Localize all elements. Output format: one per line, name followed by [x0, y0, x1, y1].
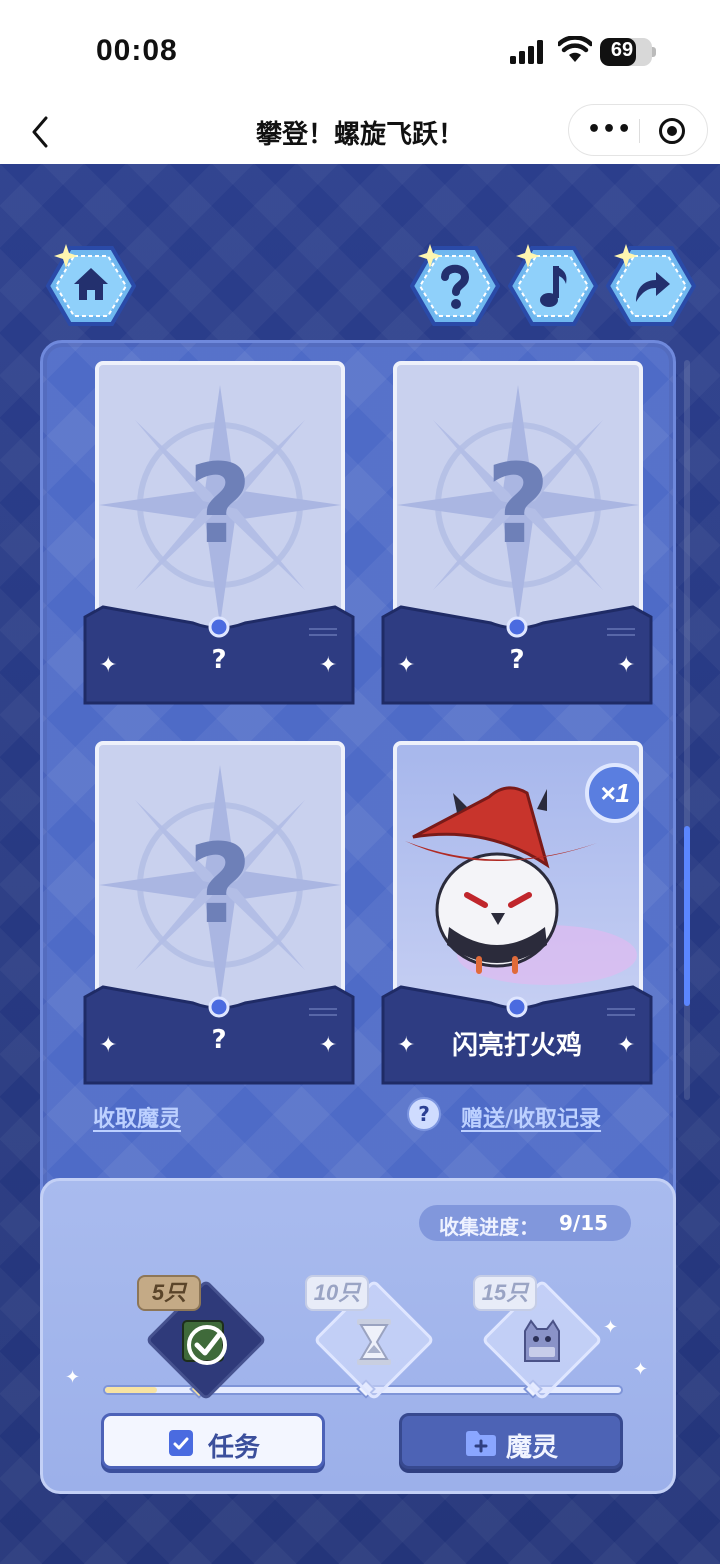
scrollbar-thumb[interactable]	[684, 826, 690, 1006]
sparkle-icon: ✦	[397, 1033, 416, 1058]
sparkle-icon: ✦	[633, 1359, 649, 1380]
spirit-button[interactable]: 魔灵	[399, 1413, 623, 1469]
chevron-left-icon[interactable]	[22, 112, 62, 152]
card-slot-2[interactable]: ? ✦ ✦ ?	[381, 361, 653, 709]
status-bar: 00:08 69	[0, 0, 720, 100]
help-icon	[410, 244, 500, 326]
card-slot-1[interactable]: ? ✦ ✦ ?	[83, 361, 355, 709]
check-icon	[182, 1320, 227, 1365]
progress-value: 9/15	[559, 1211, 609, 1235]
cat-pack-icon	[524, 1319, 560, 1362]
progress-label: 收集进度：	[439, 1215, 539, 1239]
signal-icon	[510, 40, 543, 64]
target-icon[interactable]	[658, 117, 686, 145]
sparkle-icon: ✦	[319, 653, 338, 678]
battery-level: 69	[610, 39, 634, 61]
reward-15[interactable]: 15只	[473, 1275, 603, 1401]
progress-pill: 收集进度： 9/15	[419, 1205, 631, 1241]
sparkle-icon: ✦	[65, 1367, 81, 1388]
hourglass-icon	[357, 1319, 391, 1365]
reward-5[interactable]: 5只	[137, 1275, 267, 1401]
card-name: ?	[509, 645, 525, 675]
wifi-icon	[558, 36, 592, 62]
sparkle-icon: ✦	[397, 653, 416, 678]
share-button[interactable]	[606, 244, 696, 328]
music-icon	[508, 244, 598, 326]
sparkle-icon: ✦	[99, 1033, 118, 1058]
sparkle-icon: ✦	[617, 1033, 636, 1058]
card-count-badge: ×1	[585, 763, 639, 823]
gift-history-link[interactable]: 赠送/收取记录	[461, 1101, 601, 1133]
reward-tag: 15只	[473, 1275, 537, 1311]
help-circle-icon[interactable]: ?	[407, 1097, 441, 1131]
unknown-card-mark: ?	[188, 440, 252, 568]
card-name: 闪亮打火鸡	[451, 1031, 582, 1061]
card-name: ?	[211, 645, 227, 675]
nav-bar: 攀登！螺旋飞跃！ •••	[0, 100, 720, 164]
sparkle-icon: ✦	[99, 653, 118, 678]
task-button-label: 任务	[208, 1433, 261, 1463]
card-name: ?	[211, 1025, 227, 1055]
sparkle-icon: ✦	[319, 1033, 338, 1058]
reward-10[interactable]: 10只	[305, 1275, 435, 1401]
unknown-card-mark: ?	[188, 820, 252, 948]
home-button[interactable]	[46, 244, 136, 328]
task-doc-icon	[169, 1430, 193, 1456]
status-time: 00:08	[96, 34, 178, 67]
card-slot-3[interactable]: ? ✦ ✦ ?	[83, 741, 355, 1089]
battery-icon: 69	[600, 38, 652, 66]
music-button[interactable]	[508, 244, 598, 328]
collect-spirit-link[interactable]: 收取魔灵	[93, 1101, 181, 1133]
card-slot-4[interactable]: ×1 ✦ ✦ 闪亮打火鸡	[381, 741, 653, 1089]
battery-cap	[652, 47, 656, 57]
folder-add-icon	[466, 1431, 496, 1456]
task-button[interactable]: 任务	[101, 1413, 325, 1469]
page-title: 攀登！螺旋飞跃！	[255, 120, 464, 150]
sparkle-icon: ✦	[603, 1317, 619, 1338]
collection-progress-panel: 收集进度： 9/15 5只 10只 15只 ✦ ✦ ✦ 任务 魔灵	[40, 1178, 676, 1494]
sparkle-icon: ✦	[617, 653, 636, 678]
unknown-card-mark: ?	[486, 440, 550, 568]
spirit-button-label: 魔灵	[506, 1433, 559, 1463]
reward-tag: 10只	[305, 1275, 369, 1311]
capsule-divider	[639, 119, 640, 143]
share-icon	[606, 244, 696, 326]
game-area: ? ✦ ✦ ? ? ✦ ✦ ? ? ✦ ✦ ? ×1 ✦ ✦ 闪亮打火鸡 收取魔…	[0, 164, 720, 1564]
home-icon	[46, 244, 136, 326]
reward-tag: 5只	[137, 1275, 201, 1311]
more-button[interactable]: •••	[587, 117, 631, 142]
mini-program-capsule: •••	[568, 104, 708, 156]
help-button[interactable]	[410, 244, 500, 328]
